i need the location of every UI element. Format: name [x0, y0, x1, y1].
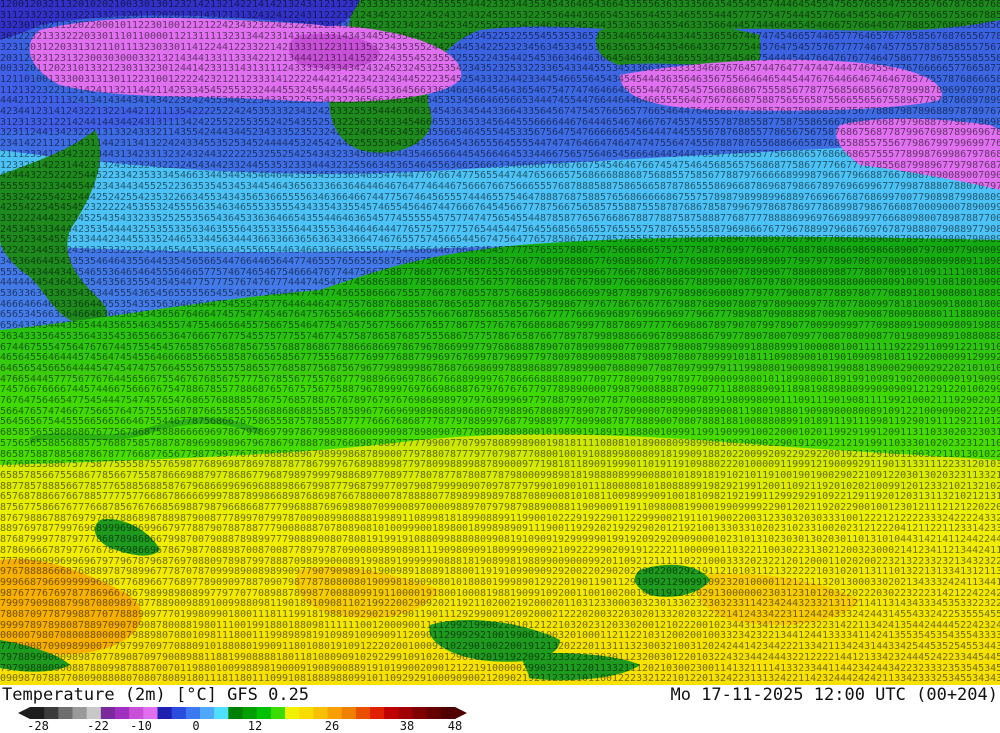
tick-label: -22 — [87, 719, 109, 733]
scale-arrow-right — [455, 707, 467, 719]
map-page: 1200120321132010202100330130123214213214… — [0, 0, 1000, 733]
scale-swatch — [200, 707, 215, 719]
scale-swatch — [270, 707, 286, 719]
tick-label: 48 — [447, 719, 463, 733]
tick-label: -10 — [130, 719, 152, 733]
scale-swatch — [299, 707, 314, 719]
scale-swatch — [355, 707, 371, 719]
scale-swatch — [143, 707, 158, 719]
scale-swatch — [44, 707, 59, 719]
scale-swatch — [285, 707, 300, 719]
scale-swatch — [129, 707, 144, 719]
scale-swatch — [440, 707, 456, 719]
scale-swatch — [370, 707, 385, 719]
scale-swatch — [58, 707, 73, 719]
scale-swatch — [157, 707, 173, 719]
scale-swatch — [341, 707, 357, 719]
color-scale-ticks: -28 -22 -10 0 12 26 38 48 — [0, 719, 480, 733]
tick-label: -28 — [27, 719, 49, 733]
scale-swatch — [228, 707, 243, 719]
scale-swatch — [185, 707, 201, 719]
scale-swatch — [313, 707, 328, 719]
temperature-map[interactable]: 1200120321132010202100330130123214213214… — [0, 0, 1000, 685]
tick-label: 38 — [399, 719, 415, 733]
scale-swatch — [171, 707, 187, 719]
scale-swatch — [398, 707, 413, 719]
map-title: Temperature (2m) [°C] GFS 0.25 — [2, 685, 310, 705]
temperature-field — [0, 0, 1000, 685]
scale-swatch — [426, 707, 442, 719]
tick-label: 26 — [324, 719, 340, 733]
scale-swatch — [256, 707, 272, 719]
scale-arrow-left — [18, 707, 30, 719]
color-scale-bar — [18, 707, 467, 719]
tick-label: 0 — [192, 719, 200, 733]
scale-swatch — [100, 707, 116, 719]
scale-swatch — [115, 707, 130, 719]
scale-swatch — [384, 707, 399, 719]
scale-swatch — [30, 707, 45, 719]
scale-swatch — [72, 707, 88, 719]
scale-swatch — [412, 707, 428, 719]
scale-swatch — [327, 707, 343, 719]
scale-swatch — [86, 707, 102, 719]
scale-swatch — [242, 707, 258, 719]
tick-label: 12 — [247, 719, 263, 733]
valid-time-label: Mo 17-11-2025 12:00 UTC (00+204) — [670, 685, 998, 705]
scale-swatch — [214, 707, 229, 719]
